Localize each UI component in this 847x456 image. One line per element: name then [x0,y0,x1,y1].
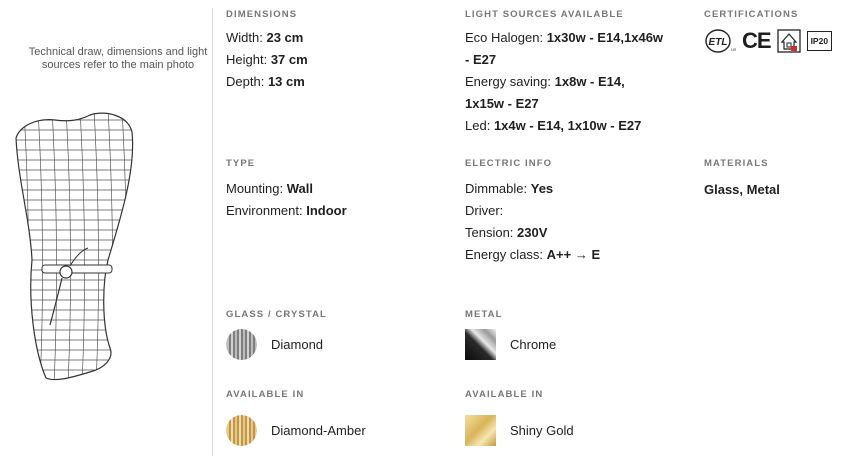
type-heading: TYPE [226,158,256,169]
glass-crystal-heading: GLASS / CRYSTAL [226,309,327,320]
electric-info-list: Dimmable: Yes Driver: Tension: 230V Ener… [465,178,600,266]
metal-finish-name: Chrome [510,337,557,352]
metal-available-option[interactable]: Shiny Gold [465,415,574,446]
certifications-heading: CERTIFICATIONS [704,9,799,20]
metal-heading: METAL [465,309,503,320]
light-sources-list: Eco Halogen: 1x30w - E14,1x46w - E27 Ene… [465,27,663,137]
materials-value: Glass, Metal [704,182,780,197]
mounting-row: Mounting: Wall [226,181,313,196]
led-line: Led: 1x4w - E14, 1x10w - E27 [465,118,642,133]
vertical-divider [212,8,213,456]
glass-finish-option[interactable]: Diamond [226,329,323,360]
dimension-depth: Depth: 13 cm [226,74,305,89]
chrome-swatch-icon [465,329,496,360]
class-ii-icon [776,29,801,53]
technical-drawing-panel: Technical draw, dimensions and light sou… [0,0,212,456]
diamond-swatch-icon [226,329,257,360]
environment-row: Environment: Indoor [226,203,347,218]
metal-finish-option[interactable]: Chrome [465,329,556,360]
dimensions-list: Width: 23 cm Height: 37 cm Depth: 13 cm [226,27,308,93]
dimmable-row: Dimmable: Yes [465,181,554,196]
metal-available-in-heading: AVAILABLE IN [465,389,544,400]
ip20-icon: IP20 [806,31,833,51]
electric-info-heading: ELECTRIC INFO [465,158,553,169]
energy-saving-line-2: 1x15w - E27 [465,96,539,111]
dimensions-heading: DIMENSIONS [226,9,298,20]
tension-row: Tension: 230V [465,225,548,240]
technical-note: Technical draw, dimensions and light sou… [28,46,208,71]
glass-available-name: Diamond-Amber [271,423,366,438]
certifications-list: ETL US CE IP20 [704,28,833,54]
dimension-width: Width: 23 cm [226,30,304,45]
driver-row: Driver: [465,203,504,218]
glass-available-option[interactable]: Diamond-Amber [226,415,366,446]
glass-finish-name: Diamond [271,337,324,352]
diamond-amber-swatch-icon [226,415,257,446]
glass-available-in-heading: AVAILABLE IN [226,389,305,400]
type-list: Mounting: Wall Environment: Indoor [226,178,347,222]
svg-text:US: US [731,47,736,52]
etl-listed-icon: ETL US [704,29,736,53]
ce-mark-icon: CE [742,28,772,53]
technical-drawing [15,112,134,381]
energy-saving-line-1: Energy saving: 1x8w - E14, [465,74,625,89]
light-sources-heading: LIGHT SOURCES AVAILABLE [465,9,624,20]
eco-halogen-line-1: Eco Halogen: 1x30w - E14,1x46w [465,30,664,45]
eco-halogen-line-2: - E27 [465,52,497,67]
svg-text:ETL: ETL [709,37,728,48]
shiny-gold-swatch-icon [465,415,496,446]
energy-class-row: Energy class: A++ → E [465,247,601,262]
materials-heading: MATERIALS [704,158,769,169]
dimension-height: Height: 37 cm [226,52,308,67]
metal-available-name: Shiny Gold [510,423,574,438]
